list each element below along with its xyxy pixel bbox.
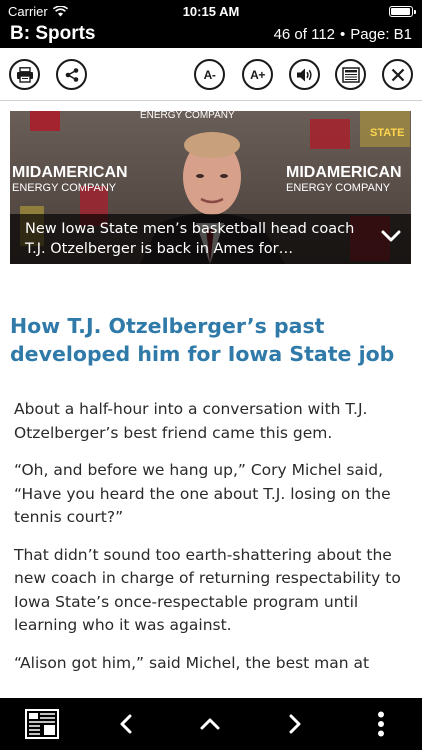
font-decrease-button[interactable]: A-	[194, 59, 225, 90]
article-paragraph: That didn’t sound too earth-shattering a…	[14, 545, 401, 635]
backdrop-right-sublabel: ENERGY COMPANY	[286, 182, 391, 194]
page-count: 46 of 112	[273, 26, 336, 43]
section-title: B: Sports	[10, 23, 96, 44]
page-separator: •	[340, 26, 346, 43]
next-arrow-icon	[289, 714, 301, 734]
chevron-down-icon[interactable]	[381, 229, 401, 243]
backdrop-left-label: MIDAMERICAN	[12, 164, 128, 181]
close-button[interactable]	[382, 59, 413, 90]
article-paragraph: “Alison got him,” said Michel, the best …	[14, 653, 370, 672]
status-bar: Carrier 10:15 AM	[0, 0, 422, 22]
font-increase-button[interactable]: A+	[242, 59, 273, 90]
page-label: Page: B1	[350, 26, 412, 43]
article-body: About a half-hour into a conversation wi…	[14, 398, 410, 689]
video-caption-bar: New Iowa State men’s basketball head coa…	[10, 214, 411, 264]
share-icon	[65, 67, 78, 82]
page-view-icon	[341, 66, 360, 83]
up-arrow-icon	[200, 718, 220, 730]
clock: 10:15 AM	[182, 4, 240, 19]
article-paragraph: About a half-hour into a conversation wi…	[14, 400, 368, 442]
toolbar: A- A+	[0, 48, 422, 101]
speaker-icon	[296, 68, 312, 81]
page-info: 46 of 112 • Page: B1	[274, 26, 412, 43]
video-caption: New Iowa State men’s basketball head coa…	[25, 221, 355, 257]
previous-button[interactable]	[108, 698, 144, 750]
scroll-top-button[interactable]	[192, 698, 228, 750]
bottom-bar	[0, 698, 422, 750]
share-button[interactable]	[56, 59, 87, 90]
backdrop-right-label: MIDAMERICAN	[286, 164, 402, 181]
backdrop-left-sublabel: ENERGY COMPANY	[12, 182, 117, 194]
print-button[interactable]	[9, 59, 40, 90]
backdrop-top-label: ENERGY COMPANY	[140, 111, 235, 121]
title-bar: B: Sports 46 of 112 • Page: B1	[0, 22, 422, 48]
font-increase-icon: A+	[250, 67, 265, 82]
print-icon	[16, 66, 33, 83]
close-icon	[391, 68, 404, 81]
article-paragraph: “Oh, and before we hang up,” Cory Michel…	[14, 461, 391, 526]
pages-grid-icon	[25, 709, 59, 739]
video-player[interactable]: MIDAMERICAN ENERGY COMPANY MIDAMERICAN E…	[10, 111, 411, 264]
backdrop-state-label: STATE	[370, 127, 404, 139]
battery-icon	[389, 6, 416, 17]
audio-button[interactable]	[289, 59, 320, 90]
page-view-button[interactable]	[335, 59, 366, 90]
next-button[interactable]	[277, 698, 313, 750]
more-button[interactable]	[366, 698, 396, 750]
prev-arrow-icon	[120, 714, 132, 734]
pages-button[interactable]	[24, 698, 60, 750]
article-headline: How T.J. Otzelberger’s past developed hi…	[10, 314, 395, 366]
more-vertical-icon	[378, 711, 384, 737]
font-decrease-icon: A-	[203, 67, 216, 82]
